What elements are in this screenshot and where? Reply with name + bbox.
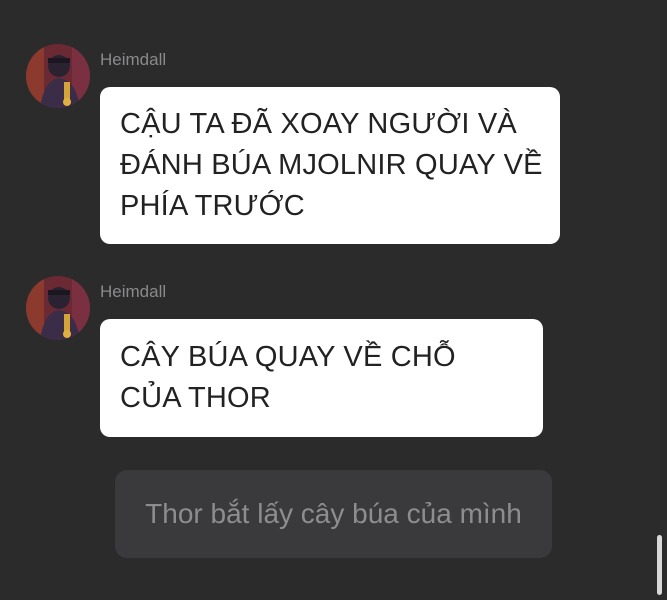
avatar-icon: [26, 276, 90, 340]
message-line: CỦA THOR: [120, 382, 271, 414]
message-bubble: CÂY BÚA QUAY VỀ CHỖ CỦA THOR: [100, 319, 543, 437]
message-line: ĐÁNH BÚA MJOLNIR QUAY VỀ: [120, 149, 543, 181]
reply-choice-button[interactable]: Thor bắt lấy cây búa của mình: [115, 470, 552, 558]
message-line: CẬU TA ĐÃ XOAY NGƯỜI VÀ: [120, 108, 517, 140]
avatar-icon: [26, 44, 90, 108]
sender-name: Heimdall: [100, 50, 167, 69]
reply-choice-label: Thor bắt lấy cây búa của mình: [145, 498, 522, 529]
message-line: CÂY BÚA QUAY VỀ CHỖ: [120, 341, 456, 373]
avatar[interactable]: [26, 276, 90, 340]
message-bubble: CẬU TA ĐÃ XOAY NGƯỜI VÀ ĐÁNH BÚA MJOLNIR…: [100, 87, 560, 244]
avatar[interactable]: [26, 44, 90, 108]
scrollbar[interactable]: [657, 535, 662, 595]
message-line: PHÍA TRƯỚC: [120, 190, 305, 222]
sender-name: Heimdall: [100, 282, 167, 301]
